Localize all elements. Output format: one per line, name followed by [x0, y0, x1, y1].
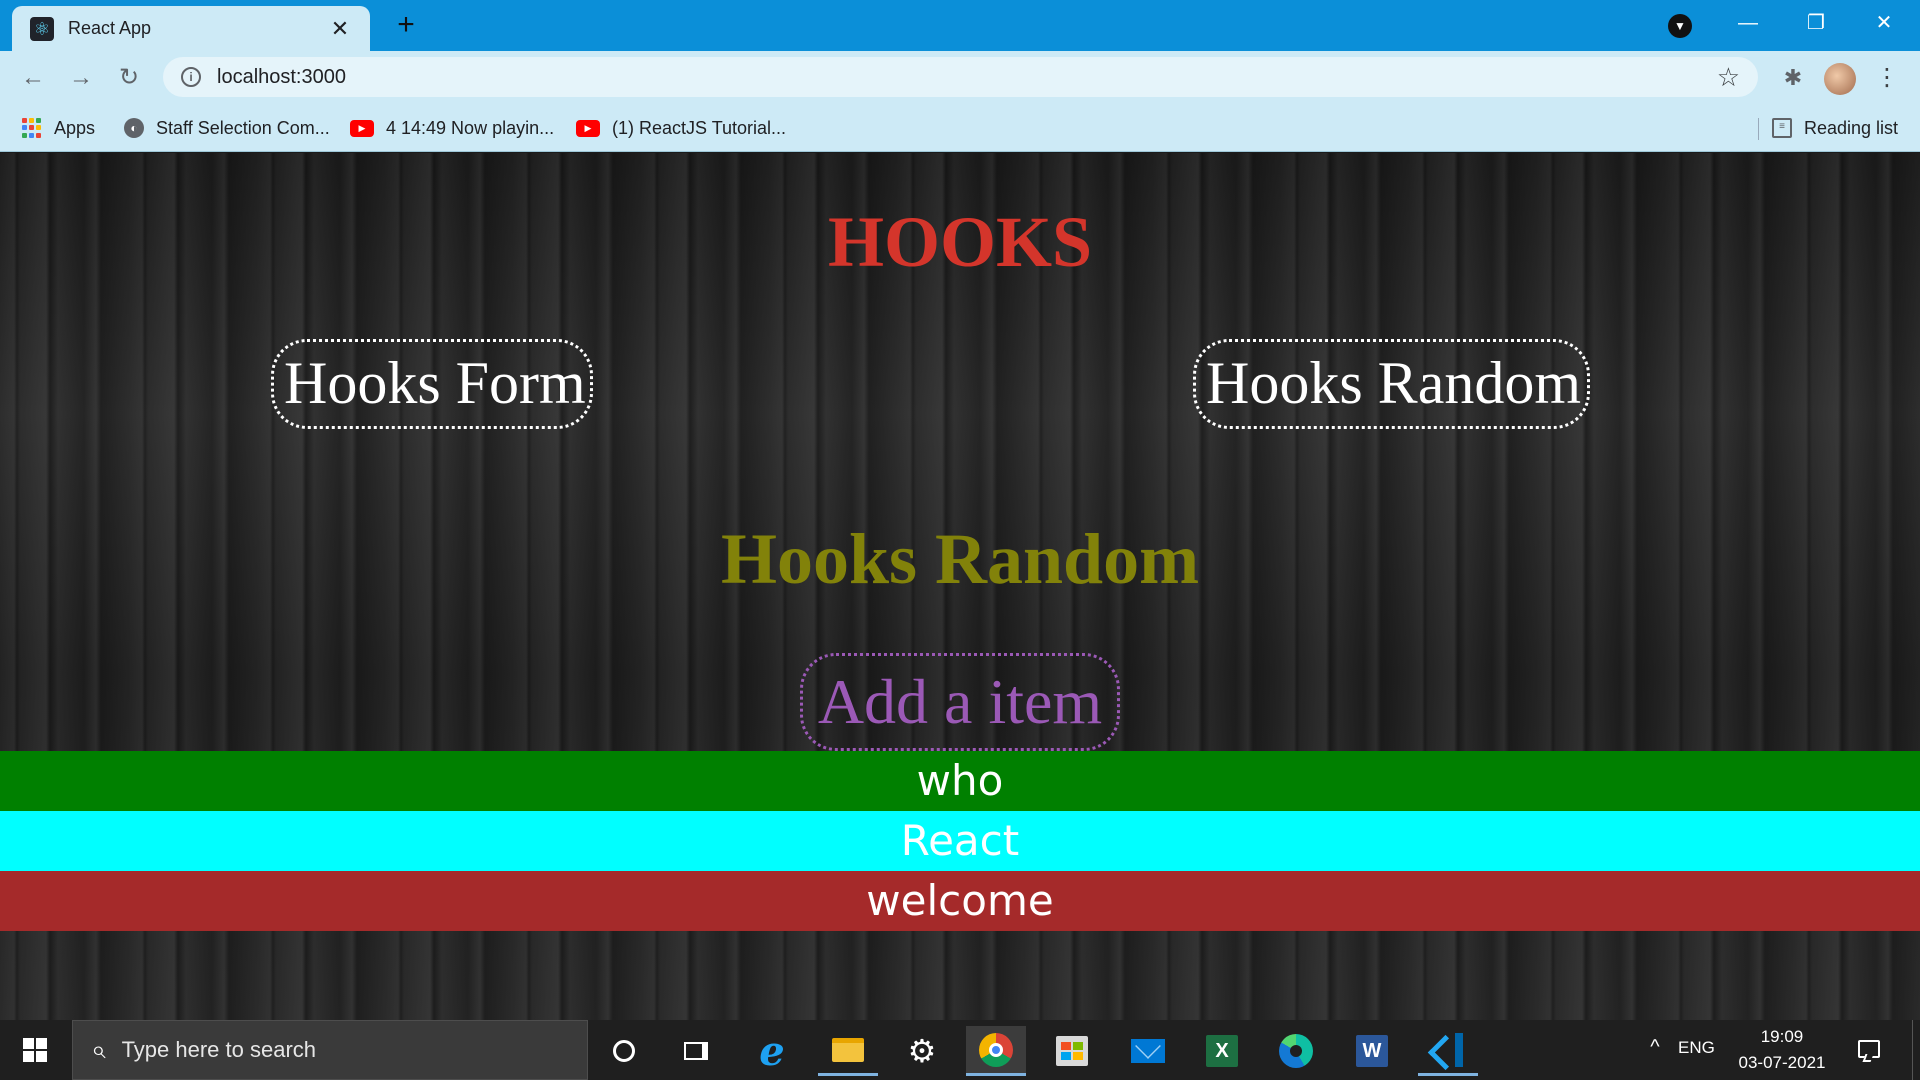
excel-icon: X: [1206, 1035, 1238, 1067]
windows-taskbar: ⌕ Type here to search e ⚙ X W ^ ENG 19:0…: [0, 1020, 1920, 1080]
site-info-icon[interactable]: i: [181, 67, 201, 87]
tab-search-icon[interactable]: ▼: [1668, 14, 1692, 38]
chrome-icon: [979, 1032, 1013, 1067]
word-icon: W: [1356, 1035, 1388, 1067]
task-view-icon: [684, 1042, 708, 1060]
tab-close-icon[interactable]: ✕: [328, 16, 352, 42]
add-item-button[interactable]: Add a item: [800, 653, 1120, 751]
reading-list-label: Reading list: [1804, 117, 1899, 138]
vscode-button[interactable]: [1418, 1026, 1478, 1076]
show-hidden-icons-icon[interactable]: ^: [1640, 1036, 1670, 1059]
clock-time: 19:09: [1760, 1027, 1804, 1046]
bookmarks-divider: [1758, 118, 1759, 140]
bookmark-reactjs-tutorial[interactable]: ▶ (1) ReactJS Tutorial...: [576, 114, 786, 142]
youtube-icon: ▶: [576, 119, 600, 137]
profile-avatar[interactable]: [1824, 63, 1856, 95]
action-center-button[interactable]: [1854, 1034, 1884, 1064]
bookmark-label: (1) ReactJS Tutorial...: [612, 117, 787, 138]
bookmark-label: Staff Selection Com...: [156, 117, 330, 138]
mail-button[interactable]: [1118, 1026, 1178, 1076]
bookmark-label: 4 14:49 Now playin...: [386, 117, 555, 138]
search-icon: ⌕: [91, 1034, 106, 1064]
react-icon: ⚛: [30, 16, 54, 41]
gear-icon: ⚙: [907, 1033, 937, 1069]
task-view-button[interactable]: [666, 1026, 726, 1076]
list-item[interactable]: who: [0, 751, 1920, 811]
chrome-button[interactable]: [966, 1026, 1026, 1076]
browser-titlebar: ⚛ React App ✕ + ▼ — ❐ ✕: [0, 0, 1920, 51]
browser-menu-icon[interactable]: ⋮: [1872, 63, 1902, 93]
bookmarks-bar: Apps ◐ Staff Selection Com... ▶ 4 14:49 …: [0, 104, 1920, 152]
globe-icon: ◐: [124, 118, 144, 138]
word-button[interactable]: W: [1342, 1026, 1402, 1076]
address-bar[interactable]: i localhost:3000 ☆: [163, 57, 1758, 97]
address-url[interactable]: localhost:3000: [217, 66, 1717, 89]
back-button[interactable]: ←: [18, 63, 48, 93]
apps-grid-icon: [22, 118, 42, 138]
store-icon: [1056, 1036, 1088, 1066]
language-indicator[interactable]: ENG: [1678, 1038, 1715, 1058]
system-clock[interactable]: 19:09 03-07-2021: [1732, 1024, 1832, 1076]
folder-icon: [832, 1037, 864, 1062]
search-placeholder: Type here to search: [121, 1037, 317, 1062]
new-tab-button[interactable]: +: [390, 10, 422, 42]
page-content: HOOKS Hooks Form Hooks Random Hooks Rand…: [0, 153, 1920, 1020]
edge-button[interactable]: [1266, 1026, 1326, 1076]
bookmark-apps[interactable]: Apps: [22, 114, 95, 142]
minimize-button[interactable]: —: [1718, 8, 1778, 38]
microsoft-store-button[interactable]: [1042, 1026, 1102, 1076]
close-window-button[interactable]: ✕: [1854, 8, 1914, 38]
start-button[interactable]: [0, 1020, 70, 1080]
taskbar-search-input[interactable]: ⌕ Type here to search: [72, 1020, 588, 1080]
internet-explorer-button[interactable]: e: [742, 1026, 802, 1076]
clock-date: 03-07-2021: [1738, 1053, 1826, 1072]
cortana-button[interactable]: [594, 1026, 654, 1076]
mail-icon: [1131, 1039, 1165, 1063]
bookmark-staff-selection[interactable]: ◐ Staff Selection Com...: [124, 114, 330, 142]
reload-button[interactable]: ↻: [114, 63, 144, 93]
reading-list-icon: ≡: [1772, 118, 1792, 138]
reading-list-button[interactable]: ≡ Reading list: [1772, 114, 1898, 142]
browser-tab[interactable]: ⚛ React App ✕: [12, 6, 370, 51]
nav-link-hooks-random[interactable]: Hooks Random: [1193, 339, 1590, 429]
tab-title: React App: [68, 18, 152, 38]
list-item[interactable]: React: [0, 811, 1920, 871]
windows-logo-icon: [23, 1038, 47, 1062]
section-title: Hooks Random: [720, 519, 1200, 599]
bookmark-label: Apps: [54, 117, 96, 138]
bookmark-now-playing[interactable]: ▶ 4 14:49 Now playin...: [350, 114, 554, 142]
notification-icon: [1858, 1040, 1880, 1058]
forward-button[interactable]: →: [66, 63, 96, 93]
browser-toolbar: ← → ↻ i localhost:3000 ☆ ✱ ⋮: [0, 51, 1920, 104]
cortana-icon: [613, 1040, 635, 1062]
youtube-icon: ▶: [350, 119, 374, 137]
edge-icon: [1279, 1034, 1313, 1068]
extensions-icon[interactable]: ✱: [1778, 63, 1808, 93]
show-desktop-button[interactable]: [1912, 1020, 1920, 1080]
settings-button[interactable]: ⚙: [892, 1026, 952, 1076]
file-explorer-button[interactable]: [818, 1026, 878, 1076]
page-title: HOOKS: [827, 202, 1093, 282]
bookmark-star-icon[interactable]: ☆: [1717, 62, 1740, 93]
excel-button[interactable]: X: [1192, 1026, 1252, 1076]
nav-link-hooks-form[interactable]: Hooks Form: [271, 339, 593, 429]
vscode-icon: [1431, 1032, 1465, 1067]
internet-explorer-icon: e: [759, 1027, 785, 1075]
list-item[interactable]: welcome: [0, 871, 1920, 931]
restore-button[interactable]: ❐: [1786, 8, 1846, 38]
